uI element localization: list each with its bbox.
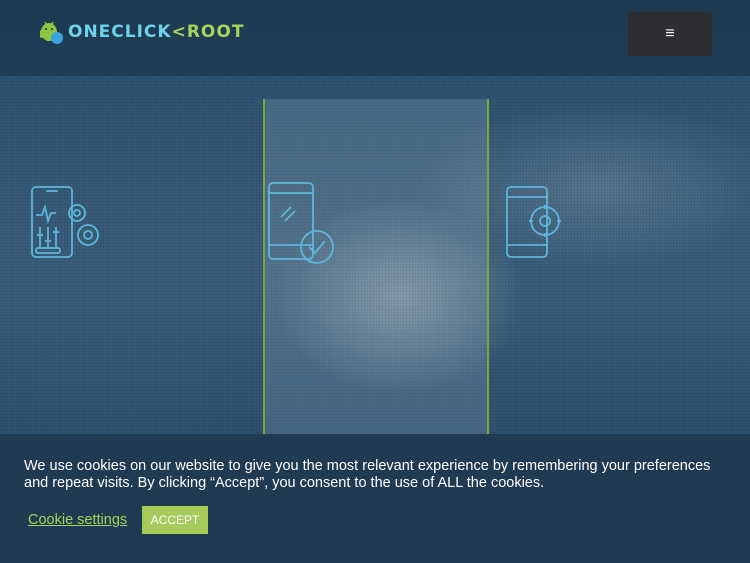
- phone-check-icon: [268, 182, 334, 264]
- phone-tuning-gear-icon: [31, 186, 99, 258]
- site-header: ONECLICK<ROOT ≡: [0, 0, 750, 77]
- hamburger-icon: ≡: [665, 25, 675, 42]
- phone-gear-icon: [506, 186, 561, 258]
- site-logo[interactable]: ONECLICK<ROOT: [38, 18, 244, 46]
- cookie-consent-bar: We use cookies on our website to give yo…: [0, 434, 750, 563]
- android-logo-icon: [40, 21, 63, 44]
- hero-section: [0, 77, 750, 434]
- logo-wordmark: ONECLICK<ROOT: [68, 22, 245, 42]
- accept-button[interactable]: ACCEPT: [142, 506, 208, 534]
- menu-button[interactable]: ≡: [628, 12, 712, 56]
- cookie-settings-link[interactable]: Cookie settings: [28, 512, 127, 528]
- cookie-message: We use cookies on our website to give yo…: [24, 458, 711, 491]
